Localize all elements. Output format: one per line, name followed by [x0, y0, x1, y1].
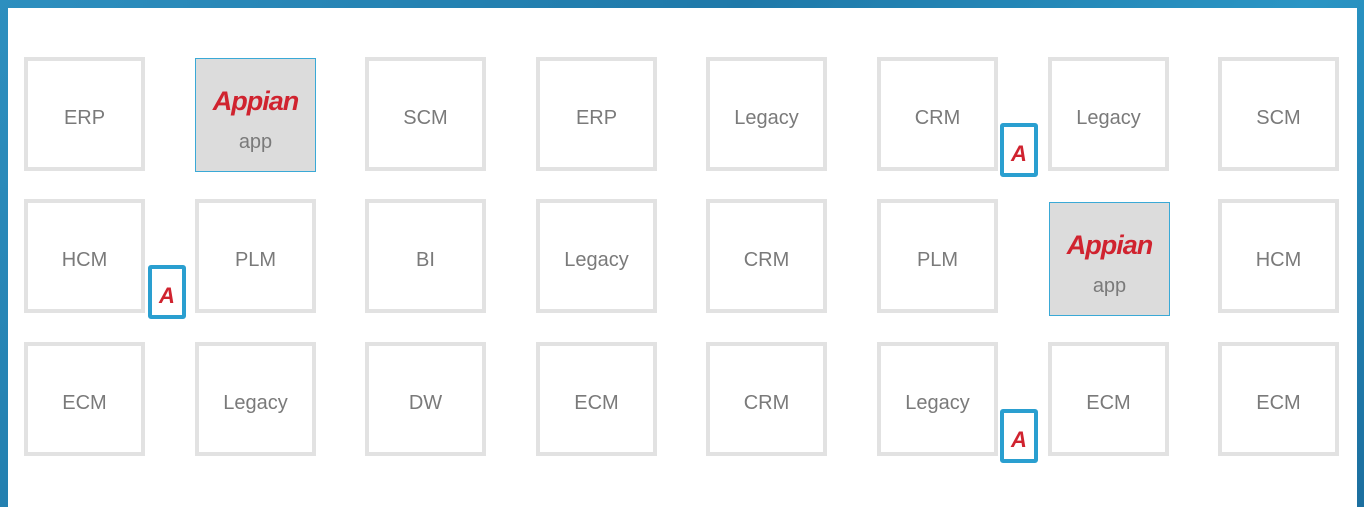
system-tile-plm: PLM — [877, 199, 998, 313]
appian-app-label: app — [238, 131, 273, 153]
system-tile-scm: SCM — [365, 57, 486, 171]
tile-label: SCM — [403, 107, 448, 129]
appian-badge-letter: A — [159, 283, 175, 308]
appian-badge-icon: A — [148, 265, 186, 319]
tile-label: ERP — [575, 107, 618, 129]
tile-label: Legacy — [1076, 107, 1141, 129]
system-tile-ecm: ECM — [1218, 342, 1339, 456]
tile-label: ECM — [574, 392, 619, 414]
appian-badge-icon: A — [1000, 409, 1038, 463]
tile-label: PLM — [234, 249, 277, 271]
tile-label: SCM — [1256, 107, 1301, 129]
appian-logo: Appian — [1066, 230, 1154, 260]
tile-label: BI — [416, 249, 435, 271]
tile-label: CRM — [743, 392, 790, 414]
appian-app-tile: Appian app — [195, 58, 316, 172]
system-tile-legacy: Legacy — [536, 199, 657, 313]
tile-label: HCM — [61, 249, 108, 271]
system-tile-erp: ERP — [536, 57, 657, 171]
system-tile-bi: BI — [365, 199, 486, 313]
system-tile-legacy: Legacy — [1048, 57, 1169, 171]
tile-label: CRM — [914, 107, 961, 129]
tile-label: Legacy — [223, 392, 288, 414]
system-tile-crm: CRM — [706, 199, 827, 313]
appian-logo: Appian — [212, 86, 300, 116]
tile-label: ECM — [1256, 392, 1301, 414]
system-tile-crm: CRM — [706, 342, 827, 456]
tile-label: PLM — [916, 249, 959, 271]
system-tile-ecm: ECM — [24, 342, 145, 456]
system-tile-dw: DW — [365, 342, 486, 456]
appian-app-label: app — [1092, 275, 1127, 297]
tile-label: Legacy — [564, 249, 629, 271]
tile-label: CRM — [743, 249, 790, 271]
tile-label: ECM — [62, 392, 107, 414]
system-tile-ecm: ECM — [536, 342, 657, 456]
tile-label: ECM — [1086, 392, 1131, 414]
tile-label: ERP — [63, 107, 106, 129]
appian-badge-icon: A — [1000, 123, 1038, 177]
system-tile-plm: PLM — [195, 199, 316, 313]
tile-label: DW — [408, 392, 443, 414]
system-tile-legacy: Legacy — [877, 342, 998, 456]
tile-label: Legacy — [734, 107, 799, 129]
appian-badge-letter: A — [1011, 141, 1027, 166]
system-tile-hcm: HCM — [24, 199, 145, 313]
system-tile-legacy: Legacy — [195, 342, 316, 456]
system-tile-crm: CRM — [877, 57, 998, 171]
system-tile-scm: SCM — [1218, 57, 1339, 171]
tile-label: HCM — [1255, 249, 1302, 271]
diagram-panel: ERP Appian app SCM ERP Legacy CRM Legacy… — [8, 8, 1357, 507]
system-tile-legacy: Legacy — [706, 57, 827, 171]
appian-badge-letter: A — [1011, 427, 1027, 452]
tile-label: Legacy — [905, 392, 970, 414]
system-tile-ecm: ECM — [1048, 342, 1169, 456]
system-tile-hcm: HCM — [1218, 199, 1339, 313]
system-tile-erp: ERP — [24, 57, 145, 171]
appian-app-tile: Appian app — [1049, 202, 1170, 316]
